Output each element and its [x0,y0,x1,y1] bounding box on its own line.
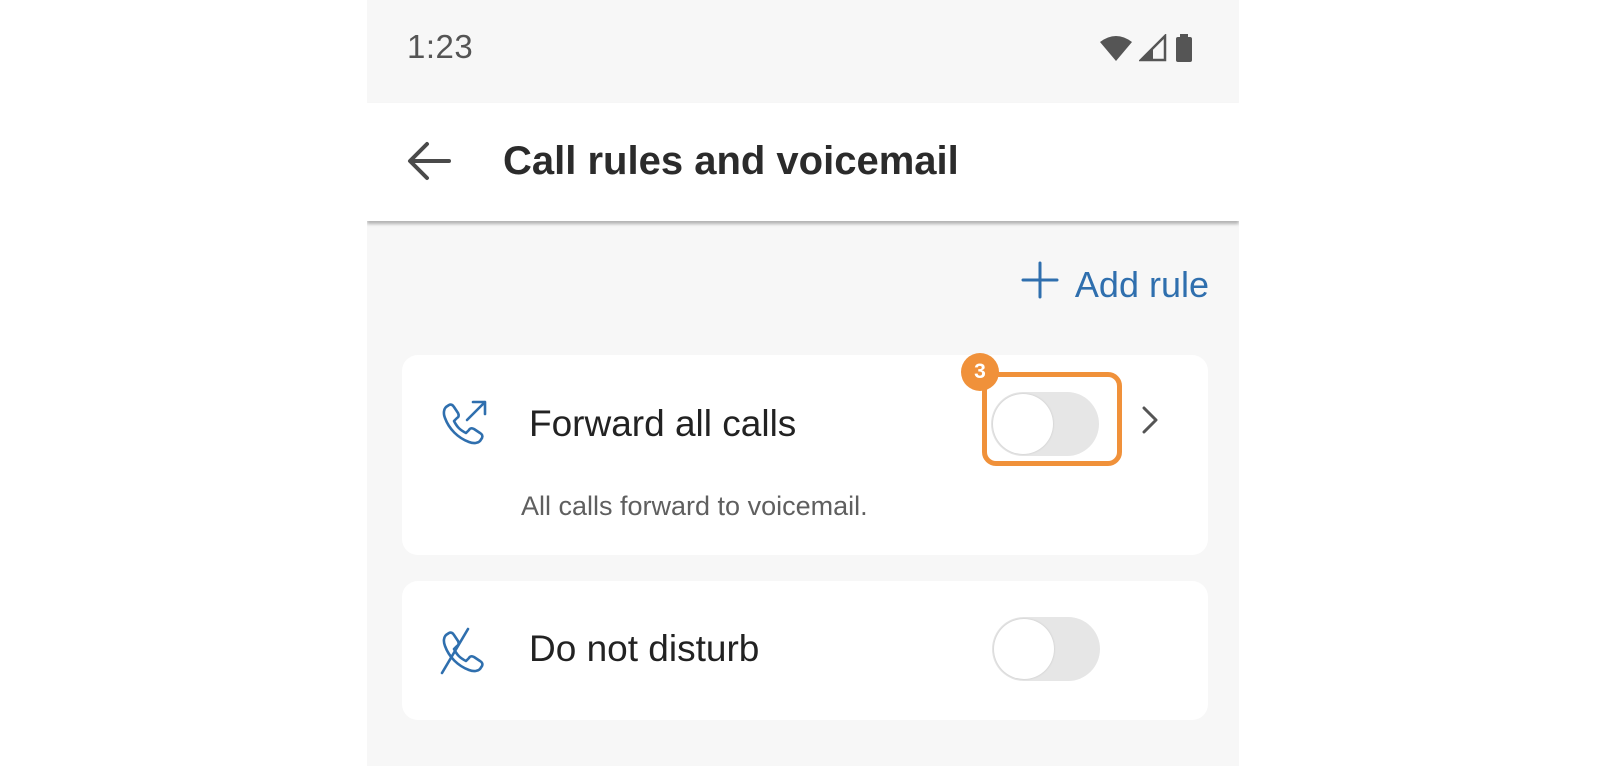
do-not-disturb-card[interactable]: Do not disturb [402,581,1208,720]
signal-icon [1137,32,1167,67]
toggle-knob [994,619,1054,679]
do-not-disturb-title: Do not disturb [529,628,760,669]
chevron-right-icon [1141,406,1159,439]
app-bar: Call rules and voicemail [367,103,1239,221]
plus-icon [1021,261,1059,308]
do-not-disturb-toggle[interactable] [992,617,1100,681]
forward-details-button[interactable] [1135,406,1165,439]
forward-all-calls-subtitle: All calls forward to voicemail. [521,491,868,521]
forward-all-calls-toggle[interactable] [991,392,1099,456]
back-button[interactable] [397,131,461,195]
add-rule-button[interactable]: Add rule [1021,261,1209,308]
status-bar: 1:23 [367,0,1239,103]
phone-forward-icon [438,397,490,449]
phone-screen: 1:23 Call rules and voicemail Add rule F… [367,0,1239,766]
page-title: Call rules and voicemail [503,139,959,183]
arrow-left-icon [407,141,451,186]
add-rule-label: Add rule [1074,263,1209,305]
phone-muted-icon [438,625,490,677]
wifi-icon [1099,34,1133,67]
rules-content: Add rule Forward all calls 3 All calls f… [367,221,1239,766]
status-time: 1:23 [407,28,474,65]
toggle-knob [993,394,1053,454]
forward-all-calls-card[interactable]: Forward all calls 3 All calls forward to… [402,353,1208,555]
step-badge: 3 [961,353,999,391]
forward-all-calls-title: Forward all calls [529,403,797,444]
status-icons [1099,32,1195,68]
battery-icon [1173,33,1195,68]
